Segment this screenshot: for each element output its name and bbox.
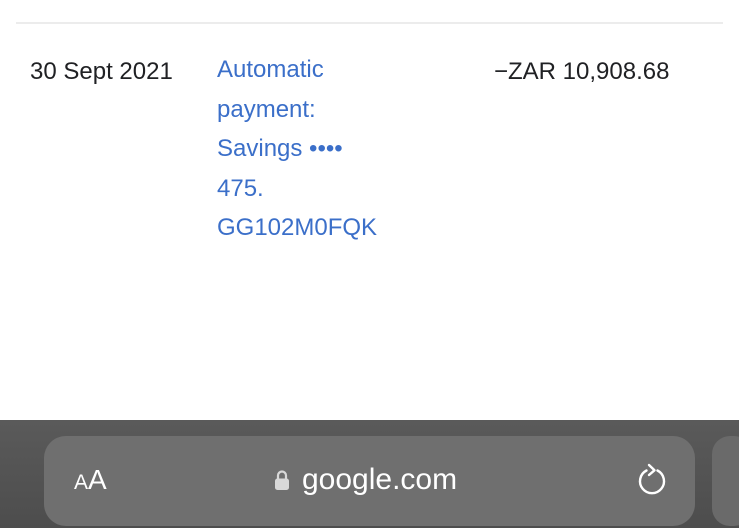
url-display[interactable]: google.com [274,462,457,498]
text-size-small-a: A [74,471,89,494]
text-size-button[interactable]: AA [74,464,107,499]
description-line: payment: [217,95,316,123]
lock-icon [274,469,290,491]
transaction-amount: −ZAR 10,908.68 [494,58,670,85]
description-line: GG102M0FQK [217,214,378,241]
row-divider [16,22,723,24]
address-bar[interactable]: AA google.com [44,436,695,526]
transaction-date: 30 Sept 2021 [30,58,173,85]
description-line: Savings •••• [217,135,343,162]
transaction-description-link[interactable]: Automatic payment: Savings •••• 475. GG1… [217,50,377,248]
transactions-page: 30 Sept 2021 Automatic payment: Savings … [0,0,739,420]
reload-icon[interactable] [636,462,668,498]
text-size-large-a: A [88,464,107,495]
description-line: 475. [217,174,264,202]
browser-toolbar: AA google.com [0,420,739,528]
url-text: google.com [302,463,458,496]
transaction-row: 30 Sept 2021 Automatic payment: Savings … [0,40,739,260]
next-tab-preview[interactable] [712,436,739,526]
description-line: Automatic [217,56,324,83]
